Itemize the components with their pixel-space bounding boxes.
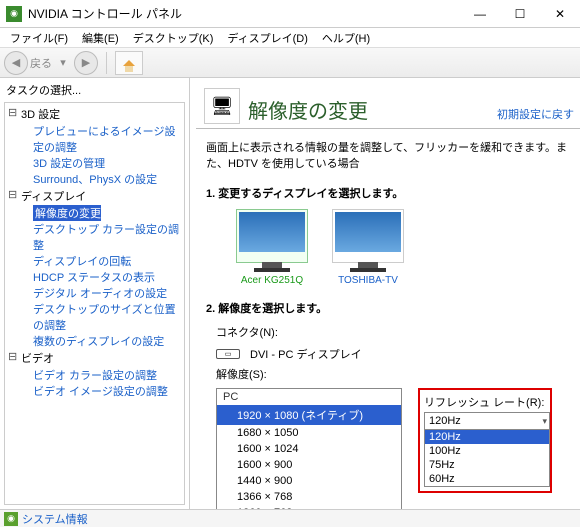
sidebar-title: タスクの選択... bbox=[0, 78, 189, 102]
close-button[interactable]: ✕ bbox=[540, 0, 580, 28]
resolution-item[interactable]: 1366 × 768 bbox=[217, 489, 401, 505]
sidebar: タスクの選択... ⊟3D 設定 プレビューによるイメージ設定の調整 3D 設定… bbox=[0, 78, 190, 509]
section-1-title: 1. 変更するディスプレイを選択します。 bbox=[206, 185, 580, 201]
back-label: 戻る bbox=[30, 55, 52, 71]
system-info-icon: ◉ bbox=[4, 512, 18, 526]
resolution-listbox[interactable]: PC 1920 × 1080 (ネイティブ) 1680 × 1050 1600 … bbox=[216, 388, 402, 509]
resolution-item[interactable]: 1920 × 1080 (ネイティブ) bbox=[217, 405, 401, 425]
task-tree[interactable]: ⊟3D 設定 プレビューによるイメージ設定の調整 3D 設定の管理 Surrou… bbox=[4, 102, 185, 505]
refresh-rate-label: リフレッシュ レート(R): bbox=[424, 394, 546, 410]
dvi-icon: ▭ bbox=[216, 349, 240, 359]
section-2-title: 2. 解像度を選択します。 bbox=[206, 300, 580, 316]
maximize-button[interactable]: ☐ bbox=[500, 0, 540, 28]
refresh-option[interactable]: 100Hz bbox=[425, 444, 549, 458]
connector-value: DVI - PC ディスプレイ bbox=[250, 346, 362, 362]
restore-defaults-link[interactable]: 初期設定に戻す bbox=[497, 106, 574, 122]
tree-item-selected[interactable]: 解像度の変更 bbox=[33, 205, 101, 221]
refresh-option[interactable]: 75Hz bbox=[425, 458, 549, 472]
resolution-item[interactable]: 1680 × 1050 bbox=[217, 425, 401, 441]
connector-label: コネクタ(N): bbox=[216, 324, 278, 340]
tree-item[interactable]: 3D 設定の管理 bbox=[5, 155, 184, 171]
tree-item[interactable]: デスクトップのサイズと位置の調整 bbox=[5, 301, 184, 333]
tree-video[interactable]: ⊟ビデオ bbox=[5, 349, 184, 367]
tree-3d-settings[interactable]: ⊟3D 設定 bbox=[5, 105, 184, 123]
home-button[interactable] bbox=[115, 51, 143, 75]
tree-item[interactable]: デスクトップ カラー設定の調整 bbox=[5, 221, 184, 253]
resolution-item[interactable]: 1440 × 900 bbox=[217, 473, 401, 489]
menu-desktop[interactable]: デスクトップ(K) bbox=[127, 30, 220, 46]
monitor-2[interactable]: TOSHIBA-TV bbox=[332, 209, 404, 286]
home-icon bbox=[123, 60, 135, 66]
page-title: 解像度の変更 bbox=[248, 95, 497, 124]
forward-button[interactable]: ▶ bbox=[74, 51, 98, 75]
resolution-item[interactable]: 1360 × 768 bbox=[217, 505, 401, 509]
monitor-icon bbox=[239, 212, 305, 252]
refresh-rate-dropdown[interactable]: 120Hz 100Hz 75Hz 60Hz bbox=[424, 429, 550, 487]
nvidia-icon: ◉ bbox=[6, 6, 22, 22]
menu-file[interactable]: ファイル(F) bbox=[4, 30, 74, 46]
system-info-link[interactable]: システム情報 bbox=[22, 511, 88, 527]
tree-item[interactable]: プレビューによるイメージ設定の調整 bbox=[5, 123, 184, 155]
tree-item[interactable]: ディスプレイの回転 bbox=[5, 253, 184, 269]
page-icon: 🖥 bbox=[204, 88, 240, 124]
refresh-rate-combo[interactable]: 120Hz bbox=[424, 412, 550, 430]
page-description: 画面上に表示される情報の量を調整して、フリッカーを緩和できます。また、HDTV … bbox=[206, 139, 574, 171]
back-button[interactable]: ◀ bbox=[4, 51, 28, 75]
monitor-icon bbox=[335, 212, 401, 252]
resolution-item[interactable]: 1600 × 1024 bbox=[217, 441, 401, 457]
menu-display[interactable]: ディスプレイ(D) bbox=[221, 30, 314, 46]
monitor-1-label: Acer KG251Q bbox=[241, 275, 303, 286]
main-content: 🖥 解像度の変更 初期設定に戻す 画面上に表示される情報の量を調整して、フリッカ… bbox=[190, 78, 580, 509]
resolution-item[interactable]: 1600 × 900 bbox=[217, 457, 401, 473]
tree-item[interactable]: ビデオ カラー設定の調整 bbox=[5, 367, 184, 383]
tree-item[interactable]: HDCP ステータスの表示 bbox=[5, 269, 184, 285]
statusbar: ◉ システム情報 bbox=[0, 509, 580, 527]
menubar: ファイル(F) 編集(E) デスクトップ(K) ディスプレイ(D) ヘルプ(H) bbox=[0, 28, 580, 48]
resolution-group: PC bbox=[217, 389, 401, 405]
tree-item[interactable]: ビデオ イメージ設定の調整 bbox=[5, 383, 184, 399]
tree-item[interactable]: 複数のディスプレイの設定 bbox=[5, 333, 184, 349]
tree-item[interactable]: デジタル オーディオの設定 bbox=[5, 285, 184, 301]
window-title: NVIDIA コントロール パネル bbox=[28, 5, 460, 22]
tree-display[interactable]: ⊟ディスプレイ bbox=[5, 187, 184, 205]
navbar: ◀ 戻る ▾ ▶ bbox=[0, 48, 580, 78]
menu-edit[interactable]: 編集(E) bbox=[76, 30, 125, 46]
minimize-button[interactable]: — bbox=[460, 0, 500, 28]
refresh-option[interactable]: 60Hz bbox=[425, 472, 549, 486]
resolution-label: 解像度(S): bbox=[216, 366, 580, 382]
monitor-2-label: TOSHIBA-TV bbox=[338, 275, 398, 286]
menu-help[interactable]: ヘルプ(H) bbox=[316, 30, 376, 46]
nav-separator bbox=[106, 52, 107, 74]
tree-item[interactable]: Surround、PhysX の設定 bbox=[5, 171, 184, 187]
refresh-rate-highlight: リフレッシュ レート(R): 120Hz 120Hz 100Hz 75Hz 60… bbox=[418, 388, 552, 493]
refresh-option[interactable]: 120Hz bbox=[425, 430, 549, 444]
monitor-1[interactable]: Acer KG251Q bbox=[236, 209, 308, 286]
back-history-button[interactable]: ▾ bbox=[56, 51, 70, 75]
titlebar: ◉ NVIDIA コントロール パネル — ☐ ✕ bbox=[0, 0, 580, 28]
